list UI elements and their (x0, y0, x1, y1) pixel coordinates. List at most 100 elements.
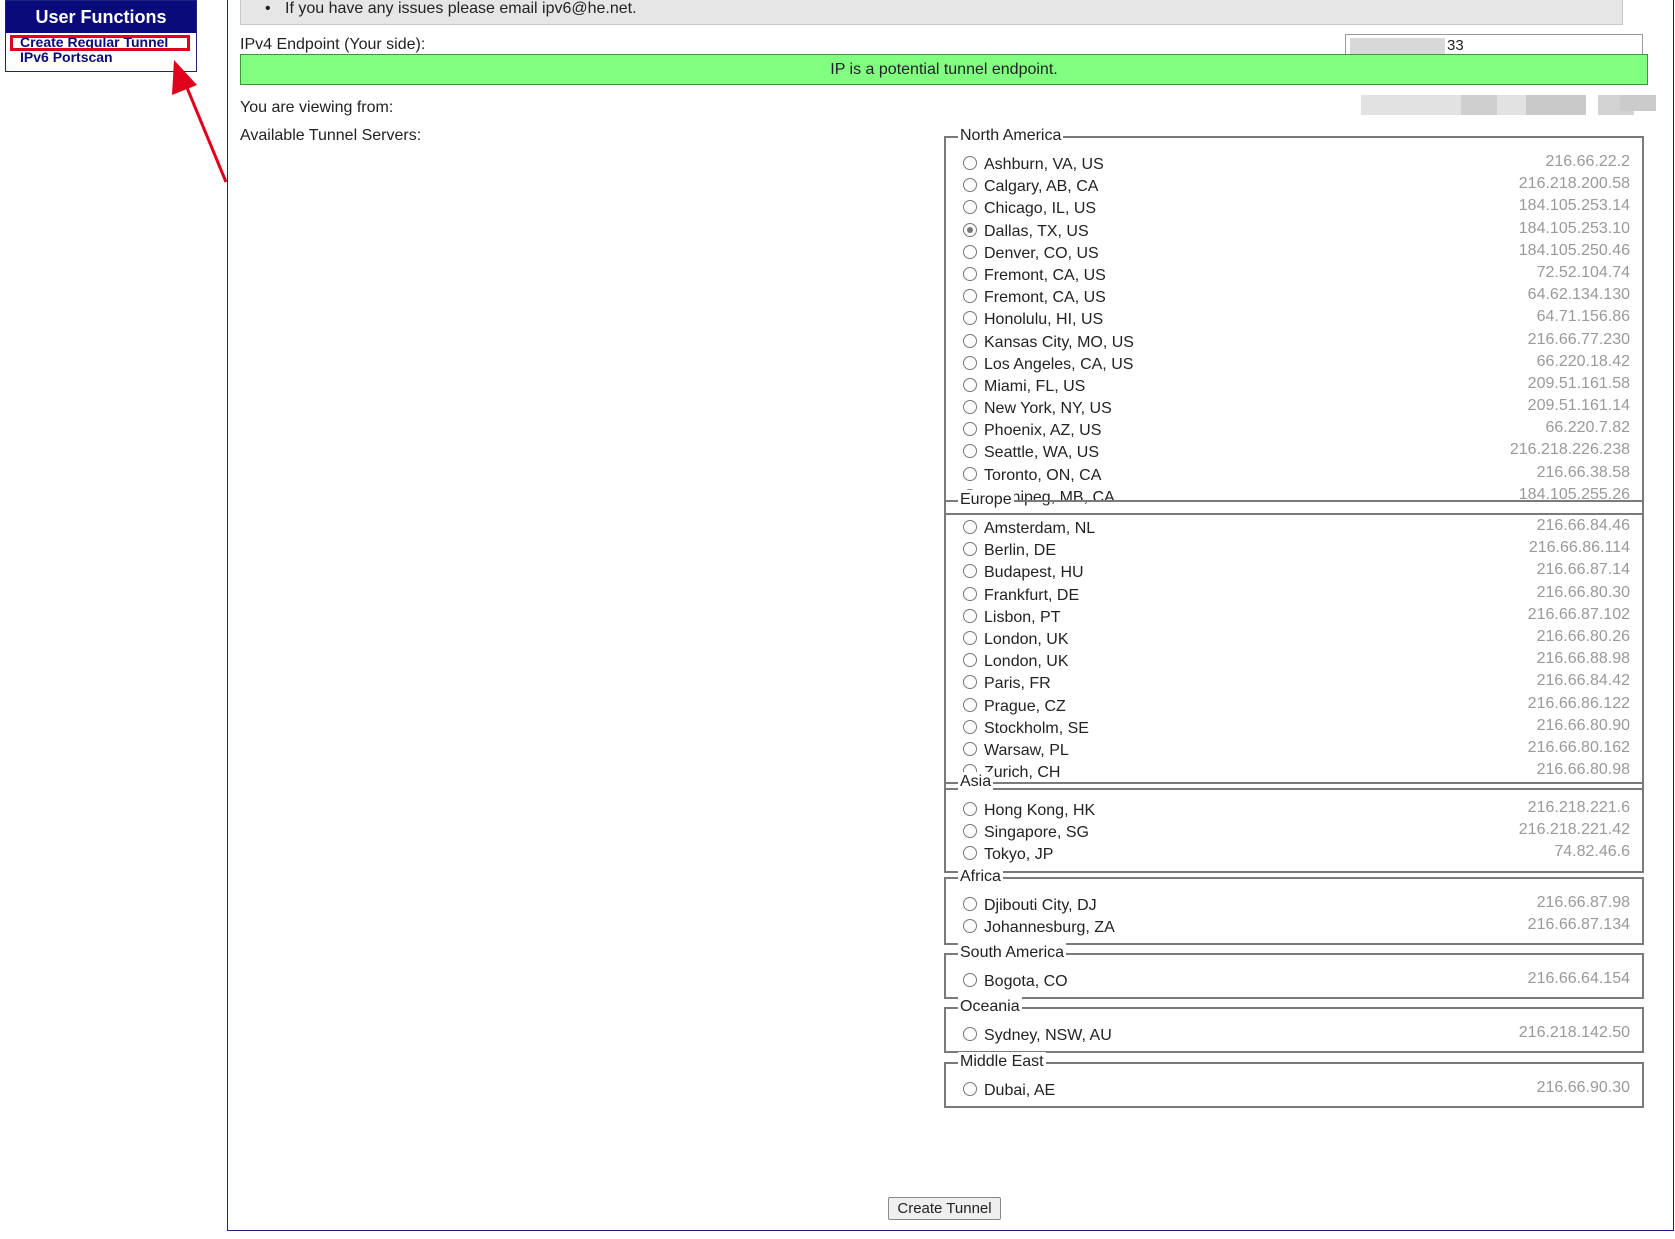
server-radio[interactable] (963, 178, 977, 193)
server-radio[interactable] (963, 1027, 977, 1041)
server-option[interactable]: Sydney, NSW, AU 216.218.142.50 (946, 1023, 1642, 1045)
ipv6-portscan-link[interactable]: IPv6 Portscan (20, 50, 196, 65)
server-option[interactable]: Berlin, DE 216.66.86.114 (946, 538, 1642, 560)
server-radio[interactable] (963, 466, 977, 481)
server-city: London, UK (984, 653, 1069, 671)
server-radio[interactable] (963, 846, 977, 861)
server-ip: 216.218.200.58 (1518, 175, 1630, 193)
server-ip: 72.52.104.74 (1536, 263, 1630, 281)
server-radio[interactable] (963, 333, 977, 348)
server-radio[interactable] (963, 802, 977, 816)
server-option[interactable]: Prague, CZ 216.66.86.122 (946, 694, 1642, 716)
server-option[interactable]: Zurich, CH 216.66.80.98 (946, 760, 1642, 782)
region-south-america: South America Bogota, CO 216.66.64.154 (944, 943, 1644, 1000)
server-option[interactable]: London, UK 216.66.88.98 (946, 649, 1642, 671)
server-radio[interactable] (963, 311, 977, 326)
server-option[interactable]: Warsaw, PL 216.66.80.162 (946, 738, 1642, 760)
server-option[interactable]: Bogota, CO 216.66.64.154 (946, 969, 1642, 991)
server-radio[interactable] (963, 377, 977, 392)
server-radio[interactable] (963, 564, 977, 579)
server-option[interactable]: Los Angeles, CA, US 66.220.18.42 (946, 352, 1642, 374)
server-city: Seattle, WA, US (984, 444, 1099, 462)
server-option[interactable]: New York, NY, US 209.51.161.14 (946, 396, 1642, 418)
server-option[interactable]: Fremont, CA, US 72.52.104.74 (946, 263, 1642, 285)
server-option[interactable]: London, UK 216.66.80.26 (946, 627, 1642, 649)
server-radio[interactable] (963, 156, 977, 170)
server-option[interactable]: Paris, FR 216.66.84.42 (946, 671, 1642, 693)
server-radio[interactable] (963, 520, 977, 534)
server-option[interactable]: Johannesburg, ZA 216.66.87.134 (946, 915, 1642, 937)
region-asia: Asia Hong Kong, HK 216.218.221.6 Singapore,… (944, 772, 1644, 873)
server-radio[interactable] (963, 289, 977, 304)
server-radio[interactable] (963, 897, 977, 911)
server-ip: 216.66.80.98 (1536, 761, 1630, 779)
server-option[interactable]: Lisbon, PT 216.66.87.102 (946, 605, 1642, 627)
server-radio[interactable] (963, 400, 977, 415)
server-ip: 216.218.221.42 (1518, 821, 1630, 839)
server-ip: 216.66.87.14 (1536, 561, 1630, 579)
server-radio[interactable] (963, 973, 977, 987)
server-option[interactable]: Dallas, TX, US 184.105.253.10 (946, 219, 1642, 241)
server-radio[interactable] (963, 653, 977, 668)
server-option[interactable]: Tokyo, JP 74.82.46.6 (946, 842, 1642, 864)
server-radio[interactable] (963, 741, 977, 756)
server-radio[interactable] (963, 719, 977, 734)
server-radio[interactable] (963, 630, 977, 645)
server-option[interactable]: Singapore, SG 216.218.221.42 (946, 820, 1642, 842)
server-radio[interactable] (963, 222, 977, 237)
server-city: Denver, CO, US (984, 244, 1099, 262)
region-legend: Oceania (958, 997, 1022, 1017)
server-option[interactable]: Dubai, AE 216.66.90.30 (946, 1078, 1642, 1100)
server-option[interactable]: Ashburn, VA, US 216.66.22.2 (946, 152, 1642, 174)
user-functions-panel: User Functions Create Regular Tunnel IPv… (5, 0, 197, 72)
server-option[interactable]: Stockholm, SE 216.66.80.90 (946, 716, 1642, 738)
server-ip: 216.66.22.2 (1545, 153, 1630, 170)
server-ip: 216.66.87.134 (1527, 916, 1630, 934)
server-ip: 216.66.90.30 (1536, 1079, 1630, 1096)
server-radio[interactable] (963, 697, 977, 712)
server-radio[interactable] (963, 675, 977, 690)
server-option[interactable]: Budapest, HU 216.66.87.14 (946, 560, 1642, 582)
server-ip: 216.66.80.30 (1536, 583, 1630, 601)
server-radio[interactable] (963, 608, 977, 623)
server-option[interactable]: Honolulu, HI, US 64.71.156.86 (946, 307, 1642, 329)
server-radio[interactable] (963, 266, 977, 281)
server-option[interactable]: Miami, FL, US 209.51.161.58 (946, 374, 1642, 396)
server-city: Frankfurt, DE (984, 586, 1080, 604)
server-radio[interactable] (963, 542, 977, 557)
server-option[interactable]: Amsterdam, NL 216.66.84.46 (946, 516, 1642, 538)
server-radio[interactable] (963, 200, 977, 215)
server-city: Phoenix, AZ, US (984, 422, 1102, 440)
server-radio[interactable] (963, 355, 977, 370)
endpoint-status-banner: IP is a potential tunnel endpoint. (240, 54, 1648, 85)
server-option[interactable]: Djibouti City, DJ 216.66.87.98 (946, 893, 1642, 915)
server-option[interactable]: Seattle, WA, US 216.218.226.238 (946, 440, 1642, 462)
server-option[interactable]: Kansas City, MO, US 216.66.77.230 (946, 330, 1642, 352)
server-radio[interactable] (963, 586, 977, 601)
server-radio[interactable] (963, 824, 977, 839)
server-radio[interactable] (963, 422, 977, 437)
server-city: Dallas, TX, US (984, 222, 1089, 240)
server-option[interactable]: Hong Kong, HK 216.218.221.6 (946, 798, 1642, 820)
server-city: Djibouti City, DJ (984, 897, 1097, 914)
server-option[interactable]: Phoenix, AZ, US 66.220.7.82 (946, 418, 1642, 440)
server-option[interactable]: Fremont, CA, US 64.62.134.130 (946, 285, 1642, 307)
sidebar-title: User Functions (6, 1, 196, 33)
server-radio[interactable] (963, 444, 977, 459)
server-option[interactable]: Denver, CO, US 184.105.250.46 (946, 241, 1642, 263)
region-legend: Asia (958, 772, 994, 792)
region-middle-east: Middle East Dubai, AE 216.66.90.30 (944, 1052, 1644, 1109)
notice-text: If you have any issues please email ipv6… (285, 0, 637, 17)
server-option[interactable]: Toronto, ON, CA 216.66.38.58 (946, 463, 1642, 485)
server-city: Lisbon, PT (984, 608, 1061, 626)
server-radio[interactable] (963, 919, 977, 934)
server-radio[interactable] (963, 244, 977, 259)
server-radio[interactable] (963, 1082, 977, 1096)
server-option[interactable]: Chicago, IL, US 184.105.253.14 (946, 196, 1642, 218)
create-tunnel-button[interactable]: Create Tunnel (888, 1197, 1001, 1220)
server-city: Amsterdam, NL (984, 520, 1096, 537)
server-ip: 216.66.38.58 (1536, 463, 1630, 481)
server-option[interactable]: Frankfurt, DE 216.66.80.30 (946, 583, 1642, 605)
server-option[interactable]: Calgary, AB, CA 216.218.200.58 (946, 174, 1642, 196)
server-city: Bogota, CO (984, 973, 1068, 990)
